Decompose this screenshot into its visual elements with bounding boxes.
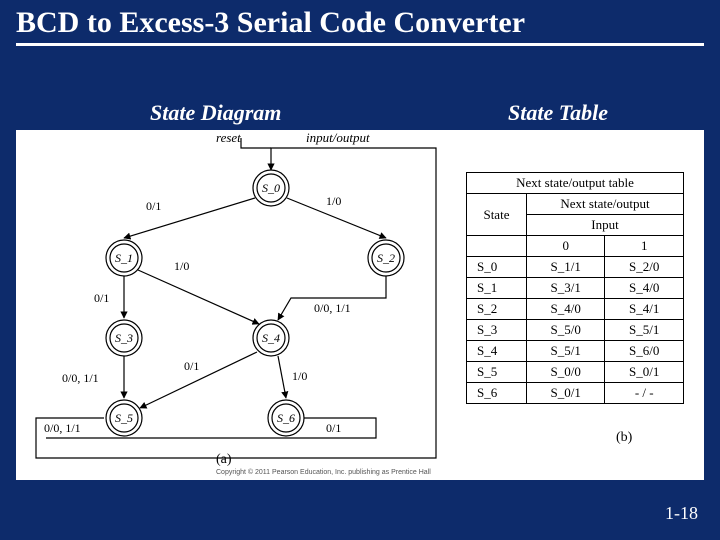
table-sub: Next state/output xyxy=(526,194,683,215)
svg-text:S_5: S_5 xyxy=(115,411,133,425)
svg-text:S_6: S_6 xyxy=(277,411,295,425)
slide-title: BCD to Excess-3 Serial Code Converter xyxy=(16,6,704,46)
col-input: Input xyxy=(526,215,683,236)
label-reset: reset xyxy=(216,130,241,145)
slide-number: 1-18 xyxy=(665,503,698,524)
edge-s1-s4: 1/0 xyxy=(174,259,189,273)
edge-s2-s4: 0/0, 1/1 xyxy=(314,301,351,315)
edge-s4-s6: 1/0 xyxy=(292,369,307,383)
table-row: S_3S_5/0S_5/1 xyxy=(467,320,684,341)
label-io: input/output xyxy=(306,130,370,145)
edge-s6-s0: 0/1 xyxy=(326,421,341,435)
svg-text:S_3: S_3 xyxy=(115,331,133,345)
subtitle-table: State Table xyxy=(508,100,608,126)
edge-s4-s5: 0/1 xyxy=(184,359,199,373)
panel-label-b: (b) xyxy=(616,430,632,446)
table-row: S_5S_0/0S_0/1 xyxy=(467,362,684,383)
col-state: State xyxy=(467,194,527,236)
edge-s3-s5: 0/0, 1/1 xyxy=(62,371,99,385)
edge-s1-s3: 0/1 xyxy=(94,291,109,305)
panel-label-a: (a) xyxy=(216,452,232,468)
edge-s0-s1: 0/1 xyxy=(146,199,161,213)
state-table: Next state/output table State Next state… xyxy=(466,172,684,404)
svg-text:S_2: S_2 xyxy=(377,251,395,265)
table-row: S_2S_4/0S_4/1 xyxy=(467,299,684,320)
svg-text:S_1: S_1 xyxy=(115,251,133,265)
table-row: S_6S_0/1- / - xyxy=(467,383,684,404)
table-row: S_0S_1/1S_2/0 xyxy=(467,257,684,278)
edge-s5-s0: 0/0, 1/1 xyxy=(44,421,81,435)
copyright-text: Copyright © 2011 Pearson Education, Inc.… xyxy=(216,469,431,476)
figure-panel: reset input/output S_0 S_1 S_2 S_3 S_4 S… xyxy=(16,130,704,480)
svg-text:S_0: S_0 xyxy=(262,181,280,195)
table-title: Next state/output table xyxy=(467,173,684,194)
edge-s0-s2: 1/0 xyxy=(326,194,341,208)
table-row: S_4S_5/1S_6/0 xyxy=(467,341,684,362)
svg-text:S_4: S_4 xyxy=(262,331,280,345)
subtitle-diagram: State Diagram xyxy=(150,100,281,126)
state-diagram: reset input/output S_0 S_1 S_2 S_3 S_4 S… xyxy=(16,130,446,480)
table-row: S_1S_3/1S_4/0 xyxy=(467,278,684,299)
